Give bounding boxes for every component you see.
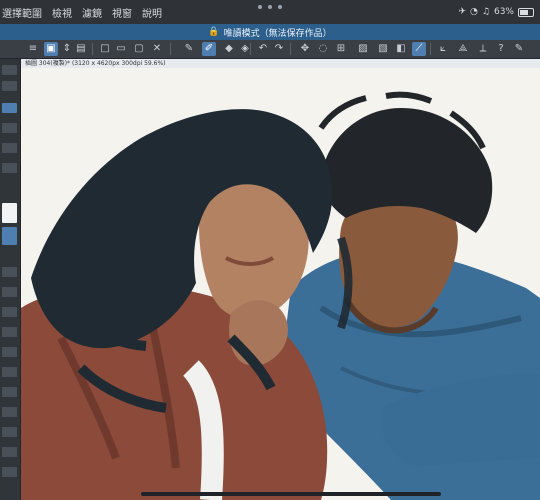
open-icon[interactable]: ▭: [114, 42, 128, 56]
airplane-icon: ✈: [458, 7, 467, 17]
panel-button[interactable]: [2, 123, 17, 133]
panel-button[interactable]: [2, 367, 17, 377]
lock-icon: 🔒: [208, 27, 220, 37]
menu-item-select[interactable]: 選擇範圍: [2, 5, 42, 20]
layer-icon[interactable]: ▣: [44, 42, 58, 56]
close-icon[interactable]: ✕: [150, 42, 164, 56]
color-swatch[interactable]: [2, 203, 17, 223]
edit-icon[interactable]: ✎: [512, 42, 526, 56]
menu-item-filter[interactable]: 濾鏡: [82, 5, 102, 20]
undo-icon[interactable]: ↶: [256, 42, 270, 56]
artwork: [21, 68, 540, 500]
panel-button[interactable]: [2, 427, 17, 437]
left-tool-panel: [0, 59, 21, 500]
ruler2-icon[interactable]: ⟁: [456, 42, 470, 56]
ruler-icon[interactable]: ⟀: [436, 42, 450, 56]
select-ellipse-icon[interactable]: ◧: [394, 42, 408, 56]
panel-button[interactable]: [2, 267, 17, 277]
banner-text: 唯讀模式（無法保存作品）: [223, 28, 332, 39]
move-icon[interactable]: ✥: [298, 42, 312, 56]
multitask-dots[interactable]: [256, 5, 286, 11]
select-rect-icon[interactable]: ▧: [376, 42, 390, 56]
menu-icon[interactable]: ≡: [26, 42, 40, 56]
select-icon[interactable]: ▨: [356, 42, 370, 56]
redo-icon[interactable]: ↷: [272, 42, 286, 56]
headphones-icon: ♫: [481, 7, 490, 17]
new-file-icon[interactable]: □: [98, 42, 112, 56]
panel-button[interactable]: [2, 287, 17, 297]
wifi-icon: ◔: [470, 7, 478, 17]
menu-item-window[interactable]: 視窗: [112, 5, 132, 20]
navigator-icon[interactable]: ⇕: [60, 42, 74, 56]
transform-icon[interactable]: ⊞: [334, 42, 348, 56]
battery-percent: 63%: [493, 7, 514, 17]
panel-button[interactable]: [2, 307, 17, 317]
document-tab-label: 插圖 304(複製)* (3120 x 4620px 300dpi 59.6%): [25, 60, 166, 67]
color-swatch-active[interactable]: [2, 227, 17, 245]
panel-button[interactable]: [2, 347, 17, 357]
eraser-icon[interactable]: ◆: [222, 42, 236, 56]
panel-button[interactable]: [2, 447, 17, 457]
toolbar: ≡ ▣ ⇕ ▤ □ ▭ ▢ ✕ ✎ ✐ ◆ ◈ ↶ ↷ ✥ ◌ ⊞ ▨ ▧ ◧ …: [0, 40, 540, 59]
menu-bar: 選擇範圍 檢視 濾鏡 視窗 說明 ✈ ◔ ♫ 63%: [0, 0, 540, 24]
menu-item-help[interactable]: 說明: [142, 5, 162, 20]
panel-button[interactable]: [2, 467, 17, 477]
panel-button[interactable]: [2, 327, 17, 337]
lasso-icon[interactable]: ◌: [316, 42, 330, 56]
main-menu: 選擇範圍 檢視 濾鏡 視窗 說明: [0, 0, 162, 24]
status-area: ✈ ◔ ♫ 63%: [458, 0, 534, 24]
panel-button[interactable]: [2, 143, 17, 153]
artwork-canvas[interactable]: [21, 68, 540, 500]
view-only-banner: 🔒 唯讀模式（無法保存作品）: [0, 24, 540, 40]
preview-icon[interactable]: ▤: [74, 42, 88, 56]
home-indicator: [141, 492, 441, 496]
document-tab[interactable]: 插圖 304(複製)* (3120 x 4620px 300dpi 59.6%): [21, 59, 540, 68]
menu-item-view[interactable]: 檢視: [52, 5, 72, 20]
panel-button[interactable]: [2, 163, 17, 173]
save-icon[interactable]: ▢: [132, 42, 146, 56]
battery-icon: [518, 7, 534, 17]
brush-icon[interactable]: ✐: [202, 42, 216, 56]
help-icon[interactable]: ?: [494, 42, 508, 56]
eyedropper-icon[interactable]: ⟋: [412, 42, 426, 56]
panel-button[interactable]: [2, 81, 17, 91]
pen-icon[interactable]: ✎: [182, 42, 196, 56]
panel-button[interactable]: [2, 387, 17, 397]
panel-button[interactable]: [2, 65, 17, 75]
panel-button[interactable]: [2, 407, 17, 417]
perspective-icon[interactable]: ⟂: [476, 42, 490, 56]
panel-button-active[interactable]: [2, 103, 17, 113]
